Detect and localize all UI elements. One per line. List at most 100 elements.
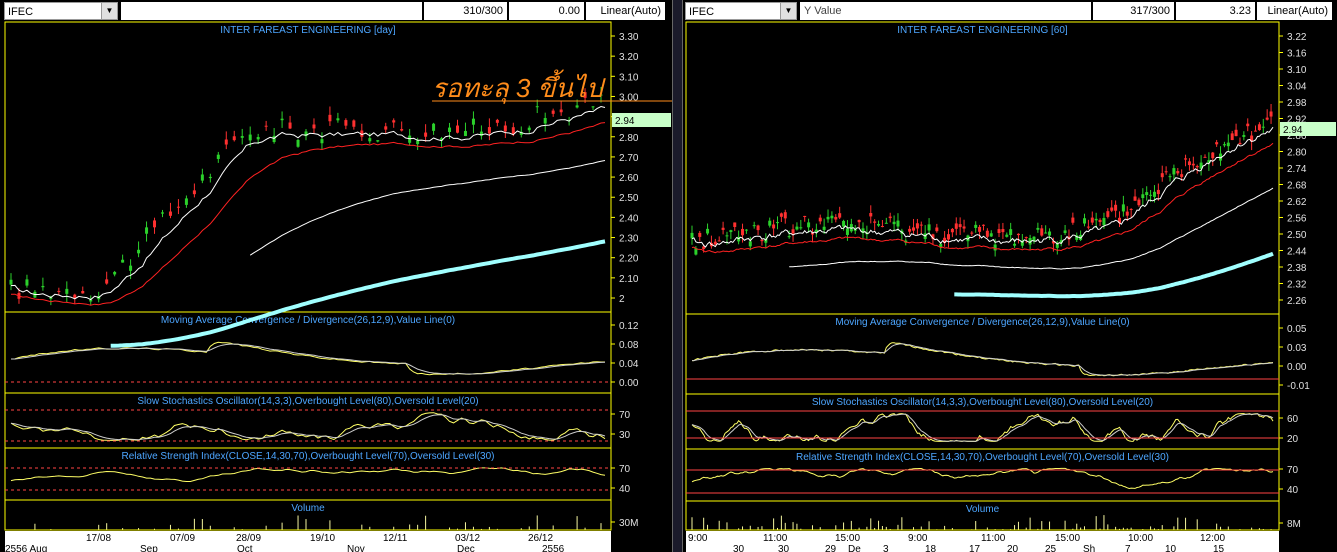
time-tick-label: 11:00 (981, 533, 1006, 544)
time-sub-label: 25 (1045, 544, 1057, 552)
price-tick-label: 2.26 (1287, 296, 1307, 307)
stoch-pane-title: Slow Stochastics Oscillator(14,3,3),Over… (137, 396, 478, 407)
candle-body (336, 118, 340, 121)
candle-body (1269, 111, 1273, 117)
candle-body (232, 136, 236, 141)
price-tick-label: 3.20 (619, 52, 639, 63)
candle-body (9, 279, 13, 285)
candle-body (744, 229, 748, 231)
candle-body (939, 243, 943, 247)
candle-body (280, 118, 284, 121)
candle-body (312, 124, 316, 129)
candle-body (145, 227, 149, 234)
candle-body (1063, 230, 1067, 234)
price-tick-label: 2.80 (619, 133, 639, 144)
candle-body (997, 229, 1001, 233)
candle-body (857, 219, 861, 223)
stoch-main-line (691, 413, 1274, 442)
candle-body (591, 106, 595, 108)
candle-body (772, 224, 776, 229)
candle-body (1086, 226, 1090, 228)
candle-body (721, 227, 725, 230)
candle-body (1215, 142, 1219, 145)
rsi-tick-label: 40 (619, 484, 631, 495)
candle-body (1044, 232, 1048, 234)
rsi-tick-label: 70 (1287, 465, 1299, 476)
time-tick-label: 10:00 (1128, 533, 1153, 544)
candle-body (200, 174, 204, 181)
candle-body (344, 120, 348, 126)
macd-tick-label: 0.05 (1287, 324, 1307, 335)
time-sub-label: 30 (733, 544, 745, 552)
candle-body (1040, 228, 1044, 236)
candle-body (153, 220, 157, 228)
candle-body (912, 227, 916, 231)
ema-short-line (10, 105, 606, 301)
candle-body (1102, 218, 1106, 226)
volume-tick-label: 30M (619, 518, 638, 529)
rsi-tick-label: 40 (1287, 485, 1299, 496)
candle-body (1160, 173, 1164, 178)
price-pane-title: INTER FAREAST ENGINEERING [60] (897, 25, 1068, 36)
candle-body (946, 234, 950, 240)
candle-body (296, 139, 300, 147)
left-chart-canvas[interactable]: INTER FAREAST ENGINEERING [day] Moving Av… (0, 0, 672, 552)
candle-body (896, 220, 900, 227)
candle-body (416, 140, 420, 145)
candle-body (1226, 142, 1230, 147)
candle-body (1013, 243, 1017, 246)
candle-body (1005, 234, 1009, 237)
price-tick-label: 3.10 (619, 72, 639, 83)
time-sub-label: 30 (778, 544, 790, 552)
candle-body (830, 215, 834, 219)
stoch-pane-title: Slow Stochastics Oscillator(14,3,3),Over… (812, 397, 1153, 408)
candle-body (1125, 211, 1129, 216)
candle-body (935, 227, 939, 232)
candle-body (168, 211, 172, 216)
candle-body (733, 222, 737, 227)
candle-body (1265, 117, 1269, 120)
candle-body (455, 125, 459, 133)
candle-body (706, 228, 710, 234)
time-sub-label: 20 (1007, 544, 1019, 552)
time-sub-label: De (848, 544, 861, 552)
time-tick-label: 03/12 (455, 533, 480, 544)
time-sub-label: 2556 (542, 544, 565, 552)
time-tick-label: 12:00 (1200, 533, 1225, 544)
candle-body (1172, 168, 1176, 175)
candle-body (779, 213, 783, 217)
candle-body (760, 239, 764, 242)
rsi-tick-label: 70 (619, 464, 631, 475)
candle-body (41, 285, 45, 288)
candle-body (73, 294, 77, 298)
candle-body (81, 291, 85, 294)
trade-annotation-label: รอทะลุ 3 ขึ้นไป (432, 69, 606, 104)
candle-body (884, 222, 888, 224)
candle-body (1016, 233, 1020, 236)
candle-body (224, 139, 228, 145)
price-tick-label: 2.62 (1287, 197, 1307, 208)
stoch-tick-label: 70 (619, 410, 631, 421)
trend-line (954, 251, 1274, 299)
candle-body (741, 228, 745, 236)
candle-body (1110, 207, 1114, 211)
price-tick-label: 2.38 (1287, 263, 1307, 274)
price-tick-label: 2.60 (619, 173, 639, 184)
price-tick-label: 2.44 (1287, 247, 1307, 258)
candle-body (989, 233, 993, 237)
candle-body (915, 223, 919, 229)
price-tick-label: 2.32 (1287, 280, 1307, 291)
candle-body (463, 130, 467, 137)
candle-body (160, 212, 164, 214)
candle-body (1168, 176, 1172, 178)
candle-body (1036, 227, 1040, 230)
right-chart-canvas[interactable]: INTER FAREAST ENGINEERING [60] Moving Ave… (683, 0, 1337, 552)
candle-body (400, 129, 404, 131)
candle-body (1098, 219, 1102, 223)
time-sub-label: Dec (457, 544, 475, 552)
candle-body (1001, 228, 1005, 233)
macd-tick-label: -0.01 (1287, 381, 1310, 392)
price-tick-label: 2.50 (619, 193, 639, 204)
panel-splitter[interactable] (672, 0, 683, 552)
candle-body (328, 114, 332, 122)
